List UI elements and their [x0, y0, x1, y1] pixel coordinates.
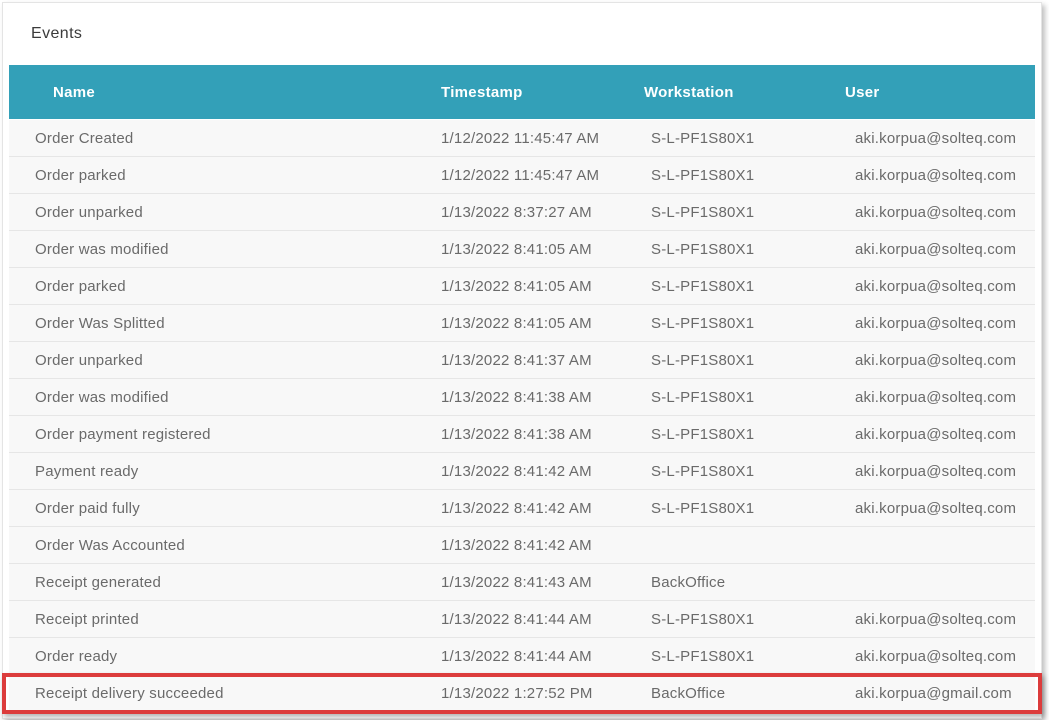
table-row[interactable]: Payment ready 1/13/2022 8:41:42 AM S-L-P… [9, 453, 1035, 490]
cell-user: aki.korpua@solteq.com [825, 648, 1035, 665]
cell-timestamp: 1/13/2022 8:37:27 AM [419, 204, 629, 221]
cell-name: Payment ready [9, 463, 419, 480]
cell-workstation: S-L-PF1S80X1 [629, 611, 825, 628]
cell-name: Order Was Accounted [9, 537, 419, 554]
table-row[interactable]: Order payment registered 1/13/2022 8:41:… [9, 416, 1035, 453]
cell-workstation: S-L-PF1S80X1 [629, 204, 825, 221]
cell-timestamp: 1/13/2022 8:41:05 AM [419, 241, 629, 258]
table-body: Order Created 1/12/2022 11:45:47 AM S-L-… [9, 119, 1035, 712]
events-card: Events Name Timestamp Workstation User O… [2, 2, 1042, 719]
cell-user: aki.korpua@gmail.com [825, 685, 1035, 702]
cell-workstation: S-L-PF1S80X1 [629, 500, 825, 517]
events-table: Name Timestamp Workstation User Order Cr… [3, 65, 1041, 718]
cell-user: aki.korpua@solteq.com [825, 241, 1035, 258]
cell-workstation: S-L-PF1S80X1 [629, 167, 825, 184]
cell-timestamp: 1/12/2022 11:45:47 AM [419, 130, 629, 147]
page-title: Events [31, 25, 82, 43]
cell-user: aki.korpua@solteq.com [825, 389, 1035, 406]
cell-timestamp: 1/13/2022 8:41:42 AM [419, 463, 629, 480]
cell-user: aki.korpua@solteq.com [825, 130, 1035, 147]
table-row[interactable]: Order parked 1/12/2022 11:45:47 AM S-L-P… [9, 157, 1035, 194]
table-row[interactable]: Order was modified 1/13/2022 8:41:38 AM … [9, 379, 1035, 416]
cell-timestamp: 1/13/2022 8:41:42 AM [419, 500, 629, 517]
cell-user: aki.korpua@solteq.com [825, 278, 1035, 295]
cell-timestamp: 1/13/2022 8:41:44 AM [419, 648, 629, 665]
table-row[interactable]: Receipt printed 1/13/2022 8:41:44 AM S-L… [9, 601, 1035, 638]
cell-workstation: S-L-PF1S80X1 [629, 241, 825, 258]
cell-workstation: S-L-PF1S80X1 [629, 648, 825, 665]
cell-name: Order parked [9, 278, 419, 295]
cell-user: aki.korpua@solteq.com [825, 167, 1035, 184]
table-row[interactable]: Order was modified 1/13/2022 8:41:05 AM … [9, 231, 1035, 268]
column-header-name: Name [9, 84, 419, 101]
cell-name: Order unparked [9, 352, 419, 369]
cell-name: Order Created [9, 130, 419, 147]
table-row[interactable]: Order Was Accounted 1/13/2022 8:41:42 AM [9, 527, 1035, 564]
cell-timestamp: 1/13/2022 8:41:38 AM [419, 426, 629, 443]
cell-name: Order ready [9, 648, 419, 665]
cell-name: Receipt generated [9, 574, 419, 591]
table-row[interactable]: Order parked 1/13/2022 8:41:05 AM S-L-PF… [9, 268, 1035, 305]
cell-timestamp: 1/13/2022 8:41:42 AM [419, 537, 629, 554]
cell-workstation: S-L-PF1S80X1 [629, 130, 825, 147]
table-row[interactable]: Order unparked 1/13/2022 8:37:27 AM S-L-… [9, 194, 1035, 231]
table-header-row: Name Timestamp Workstation User [9, 65, 1035, 119]
cell-workstation: S-L-PF1S80X1 [629, 389, 825, 406]
cell-name: Order parked [9, 167, 419, 184]
cell-timestamp: 1/13/2022 8:41:05 AM [419, 315, 629, 332]
cell-name: Receipt delivery succeeded [9, 685, 419, 702]
cell-workstation: S-L-PF1S80X1 [629, 315, 825, 332]
cell-user: aki.korpua@solteq.com [825, 426, 1035, 443]
cell-user: aki.korpua@solteq.com [825, 463, 1035, 480]
cell-timestamp: 1/13/2022 8:41:38 AM [419, 389, 629, 406]
cell-user: aki.korpua@solteq.com [825, 204, 1035, 221]
table-row[interactable]: Order unparked 1/13/2022 8:41:37 AM S-L-… [9, 342, 1035, 379]
table-row[interactable]: Order ready 1/13/2022 8:41:44 AM S-L-PF1… [9, 638, 1035, 675]
cell-timestamp: 1/13/2022 1:27:52 PM [419, 685, 629, 702]
table-row-highlighted[interactable]: Receipt delivery succeeded 1/13/2022 1:2… [9, 675, 1035, 712]
cell-name: Order was modified [9, 389, 419, 406]
cell-timestamp: 1/13/2022 8:41:44 AM [419, 611, 629, 628]
cell-user: aki.korpua@solteq.com [825, 315, 1035, 332]
cell-name: Receipt printed [9, 611, 419, 628]
table-row[interactable]: Order Was Splitted 1/13/2022 8:41:05 AM … [9, 305, 1035, 342]
cell-name: Order unparked [9, 204, 419, 221]
cell-user: aki.korpua@solteq.com [825, 500, 1035, 517]
table-row[interactable]: Receipt generated 1/13/2022 8:41:43 AM B… [9, 564, 1035, 601]
column-header-timestamp: Timestamp [419, 84, 629, 101]
column-header-user: User [825, 84, 1035, 101]
cell-timestamp: 1/13/2022 8:41:37 AM [419, 352, 629, 369]
cell-name: Order was modified [9, 241, 419, 258]
cell-name: Order payment registered [9, 426, 419, 443]
cell-timestamp: 1/12/2022 11:45:47 AM [419, 167, 629, 184]
cell-name: Order paid fully [9, 500, 419, 517]
cell-workstation: BackOffice [629, 574, 825, 591]
cell-workstation: BackOffice [629, 685, 825, 702]
cell-workstation: S-L-PF1S80X1 [629, 463, 825, 480]
cell-timestamp: 1/13/2022 8:41:05 AM [419, 278, 629, 295]
cell-workstation: S-L-PF1S80X1 [629, 352, 825, 369]
cell-user: aki.korpua@solteq.com [825, 352, 1035, 369]
table-row[interactable]: Order Created 1/12/2022 11:45:47 AM S-L-… [9, 120, 1035, 157]
column-header-workstation: Workstation [629, 84, 825, 101]
table-row[interactable]: Order paid fully 1/13/2022 8:41:42 AM S-… [9, 490, 1035, 527]
cell-workstation: S-L-PF1S80X1 [629, 278, 825, 295]
cell-name: Order Was Splitted [9, 315, 419, 332]
cell-timestamp: 1/13/2022 8:41:43 AM [419, 574, 629, 591]
cell-workstation: S-L-PF1S80X1 [629, 426, 825, 443]
card-title-row: Events [3, 3, 1041, 65]
cell-user: aki.korpua@solteq.com [825, 611, 1035, 628]
